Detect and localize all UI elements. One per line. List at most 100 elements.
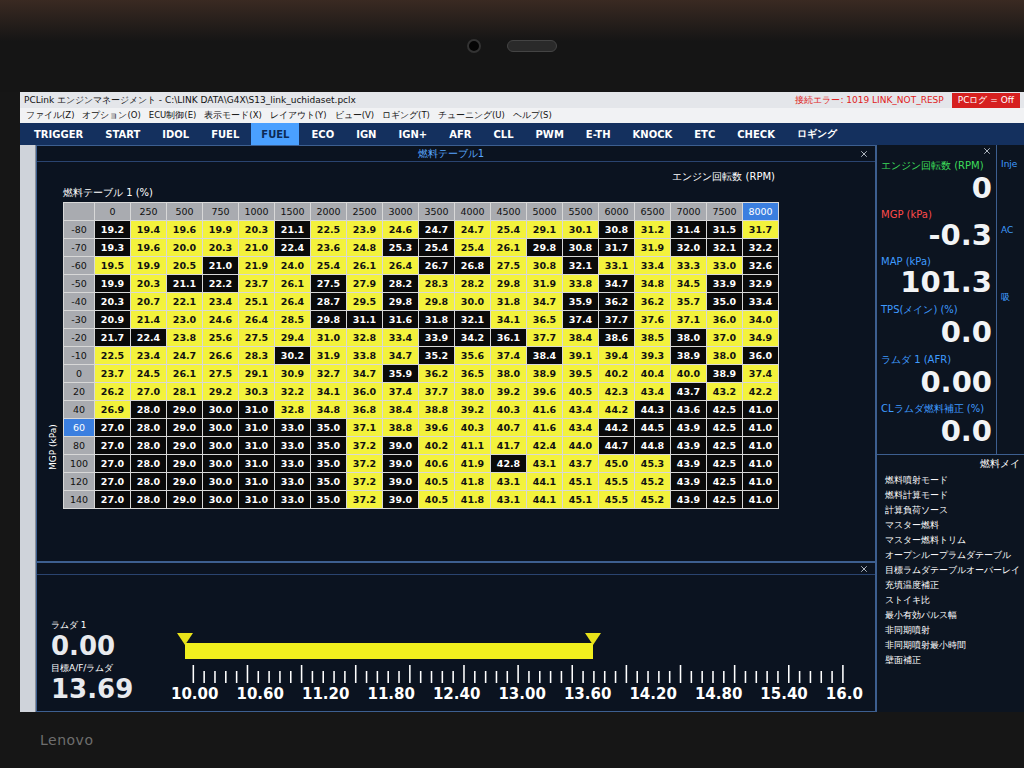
table-cell[interactable]: 37.7 [599, 311, 634, 328]
table-cell[interactable]: 44.3 [635, 401, 670, 418]
table-cell[interactable]: 33.0 [275, 473, 310, 490]
table-cell[interactable]: 35.9 [563, 293, 598, 310]
table-cell[interactable]: 19.9 [203, 221, 238, 238]
tab[interactable]: ECO [301, 123, 344, 145]
table-cell[interactable]: 28.0 [131, 491, 166, 508]
table-cell[interactable]: 22.1 [167, 293, 202, 310]
table-cell[interactable]: 28.3 [239, 347, 274, 364]
table-cell[interactable]: 34.1 [491, 311, 526, 328]
table-cell[interactable]: 31.0 [239, 491, 274, 508]
table-cell[interactable]: 43.9 [671, 491, 706, 508]
table-cell[interactable]: 19.4 [131, 221, 166, 238]
table-cell[interactable]: 30.3 [239, 383, 274, 400]
column-header[interactable]: 1500 [275, 203, 310, 220]
table-cell[interactable]: 34.5 [671, 275, 706, 292]
table-cell[interactable]: 32.8 [347, 329, 382, 346]
table-cell[interactable]: 45.5 [599, 473, 634, 490]
table-cell[interactable]: 30.8 [599, 221, 634, 238]
table-cell[interactable]: 34.0 [743, 311, 778, 328]
table-cell[interactable]: 24.6 [203, 311, 238, 328]
table-cell[interactable]: 43.1 [491, 491, 526, 508]
table-cell[interactable]: 22.4 [131, 329, 166, 346]
table-cell[interactable]: 42.5 [707, 401, 742, 418]
table-cell[interactable]: 20.3 [95, 293, 130, 310]
table-cell[interactable]: 20.0 [167, 239, 202, 256]
table-cell[interactable]: 23.4 [203, 293, 238, 310]
table-cell[interactable]: 35.7 [671, 293, 706, 310]
table-cell[interactable]: 29.4 [275, 329, 310, 346]
table-cell[interactable]: 35.2 [419, 347, 454, 364]
table-cell[interactable]: 29.8 [311, 311, 346, 328]
table-cell[interactable]: 43.9 [671, 437, 706, 454]
close-icon[interactable] [982, 146, 992, 156]
table-cell[interactable]: 37.1 [671, 311, 706, 328]
table-cell[interactable]: 35.0 [311, 437, 346, 454]
table-cell[interactable]: 45.2 [635, 473, 670, 490]
table-cell[interactable]: 45.1 [563, 491, 598, 508]
table-cell[interactable]: 36.2 [419, 365, 454, 382]
table-cell[interactable]: 34.2 [455, 329, 490, 346]
table-cell[interactable]: 41.0 [743, 491, 778, 508]
tab[interactable]: IDOL [152, 123, 199, 145]
table-cell[interactable]: 26.1 [491, 239, 526, 256]
table-cell[interactable]: 28.1 [167, 383, 202, 400]
table-cell[interactable]: 38.4 [527, 347, 562, 364]
table-cell[interactable]: 40.3 [455, 419, 490, 436]
table-cell[interactable]: 25.6 [203, 329, 238, 346]
table-cell[interactable]: 33.4 [743, 293, 778, 310]
table-cell[interactable]: 19.5 [95, 257, 130, 274]
table-cell[interactable]: 21.0 [239, 239, 274, 256]
table-cell[interactable]: 42.3 [599, 383, 634, 400]
table-cell[interactable]: 40.2 [419, 437, 454, 454]
table-cell[interactable]: 43.4 [563, 401, 598, 418]
table-cell[interactable]: 45.5 [599, 491, 634, 508]
row-header[interactable]: 0 [64, 365, 94, 382]
table-cell[interactable]: 38.0 [707, 347, 742, 364]
table-cell[interactable]: 28.7 [311, 293, 346, 310]
table-cell[interactable]: 41.0 [743, 437, 778, 454]
table-cell[interactable]: 32.7 [311, 365, 346, 382]
table-cell[interactable]: 23.0 [167, 311, 202, 328]
column-header[interactable]: 6000 [599, 203, 634, 220]
table-cell[interactable]: 39.6 [419, 419, 454, 436]
column-header[interactable]: 8000 [743, 203, 778, 220]
table-cell[interactable]: 38.6 [599, 329, 634, 346]
row-header[interactable]: -80 [64, 221, 94, 238]
table-cell[interactable]: 37.6 [635, 311, 670, 328]
table-cell[interactable]: 30.1 [563, 221, 598, 238]
table-cell[interactable]: 36.5 [455, 365, 490, 382]
table-cell[interactable]: 24.6 [383, 221, 418, 238]
table-cell[interactable]: 42.4 [527, 437, 562, 454]
table-cell[interactable]: 27.0 [95, 491, 130, 508]
close-icon[interactable] [859, 149, 869, 159]
table-cell[interactable]: 34.8 [311, 401, 346, 418]
menu-item[interactable]: ヘルプ(S) [513, 110, 552, 122]
table-cell[interactable]: 41.0 [743, 401, 778, 418]
column-header[interactable]: 0 [95, 203, 130, 220]
table-cell[interactable]: 25.4 [455, 239, 490, 256]
tab[interactable]: ETC [684, 123, 725, 145]
table-cell[interactable]: 33.9 [419, 329, 454, 346]
table-cell[interactable]: 36.1 [491, 329, 526, 346]
table-cell[interactable]: 34.7 [383, 347, 418, 364]
table-cell[interactable]: 29.0 [167, 419, 202, 436]
table-cell[interactable]: 29.8 [419, 293, 454, 310]
table-cell[interactable]: 38.9 [671, 347, 706, 364]
column-header[interactable]: 7500 [707, 203, 742, 220]
row-header[interactable]: 140 [64, 491, 94, 508]
table-cell[interactable]: 32.0 [671, 239, 706, 256]
table-cell[interactable]: 38.8 [419, 401, 454, 418]
tab[interactable]: FUEL [251, 123, 299, 145]
settings-item[interactable]: 非同期噴射最小時間 [881, 638, 1022, 653]
table-cell[interactable]: 19.9 [131, 257, 166, 274]
table-cell[interactable]: 33.4 [635, 257, 670, 274]
table-cell[interactable]: 39.2 [491, 383, 526, 400]
table-cell[interactable]: 37.4 [491, 347, 526, 364]
table-cell[interactable]: 29.0 [167, 455, 202, 472]
table-cell[interactable]: 33.3 [671, 257, 706, 274]
settings-item[interactable]: マスター燃料 [881, 518, 1022, 533]
table-cell[interactable]: 40.5 [563, 383, 598, 400]
table-cell[interactable]: 29.8 [527, 239, 562, 256]
table-cell[interactable]: 24.7 [455, 221, 490, 238]
table-cell[interactable]: 41.0 [743, 473, 778, 490]
